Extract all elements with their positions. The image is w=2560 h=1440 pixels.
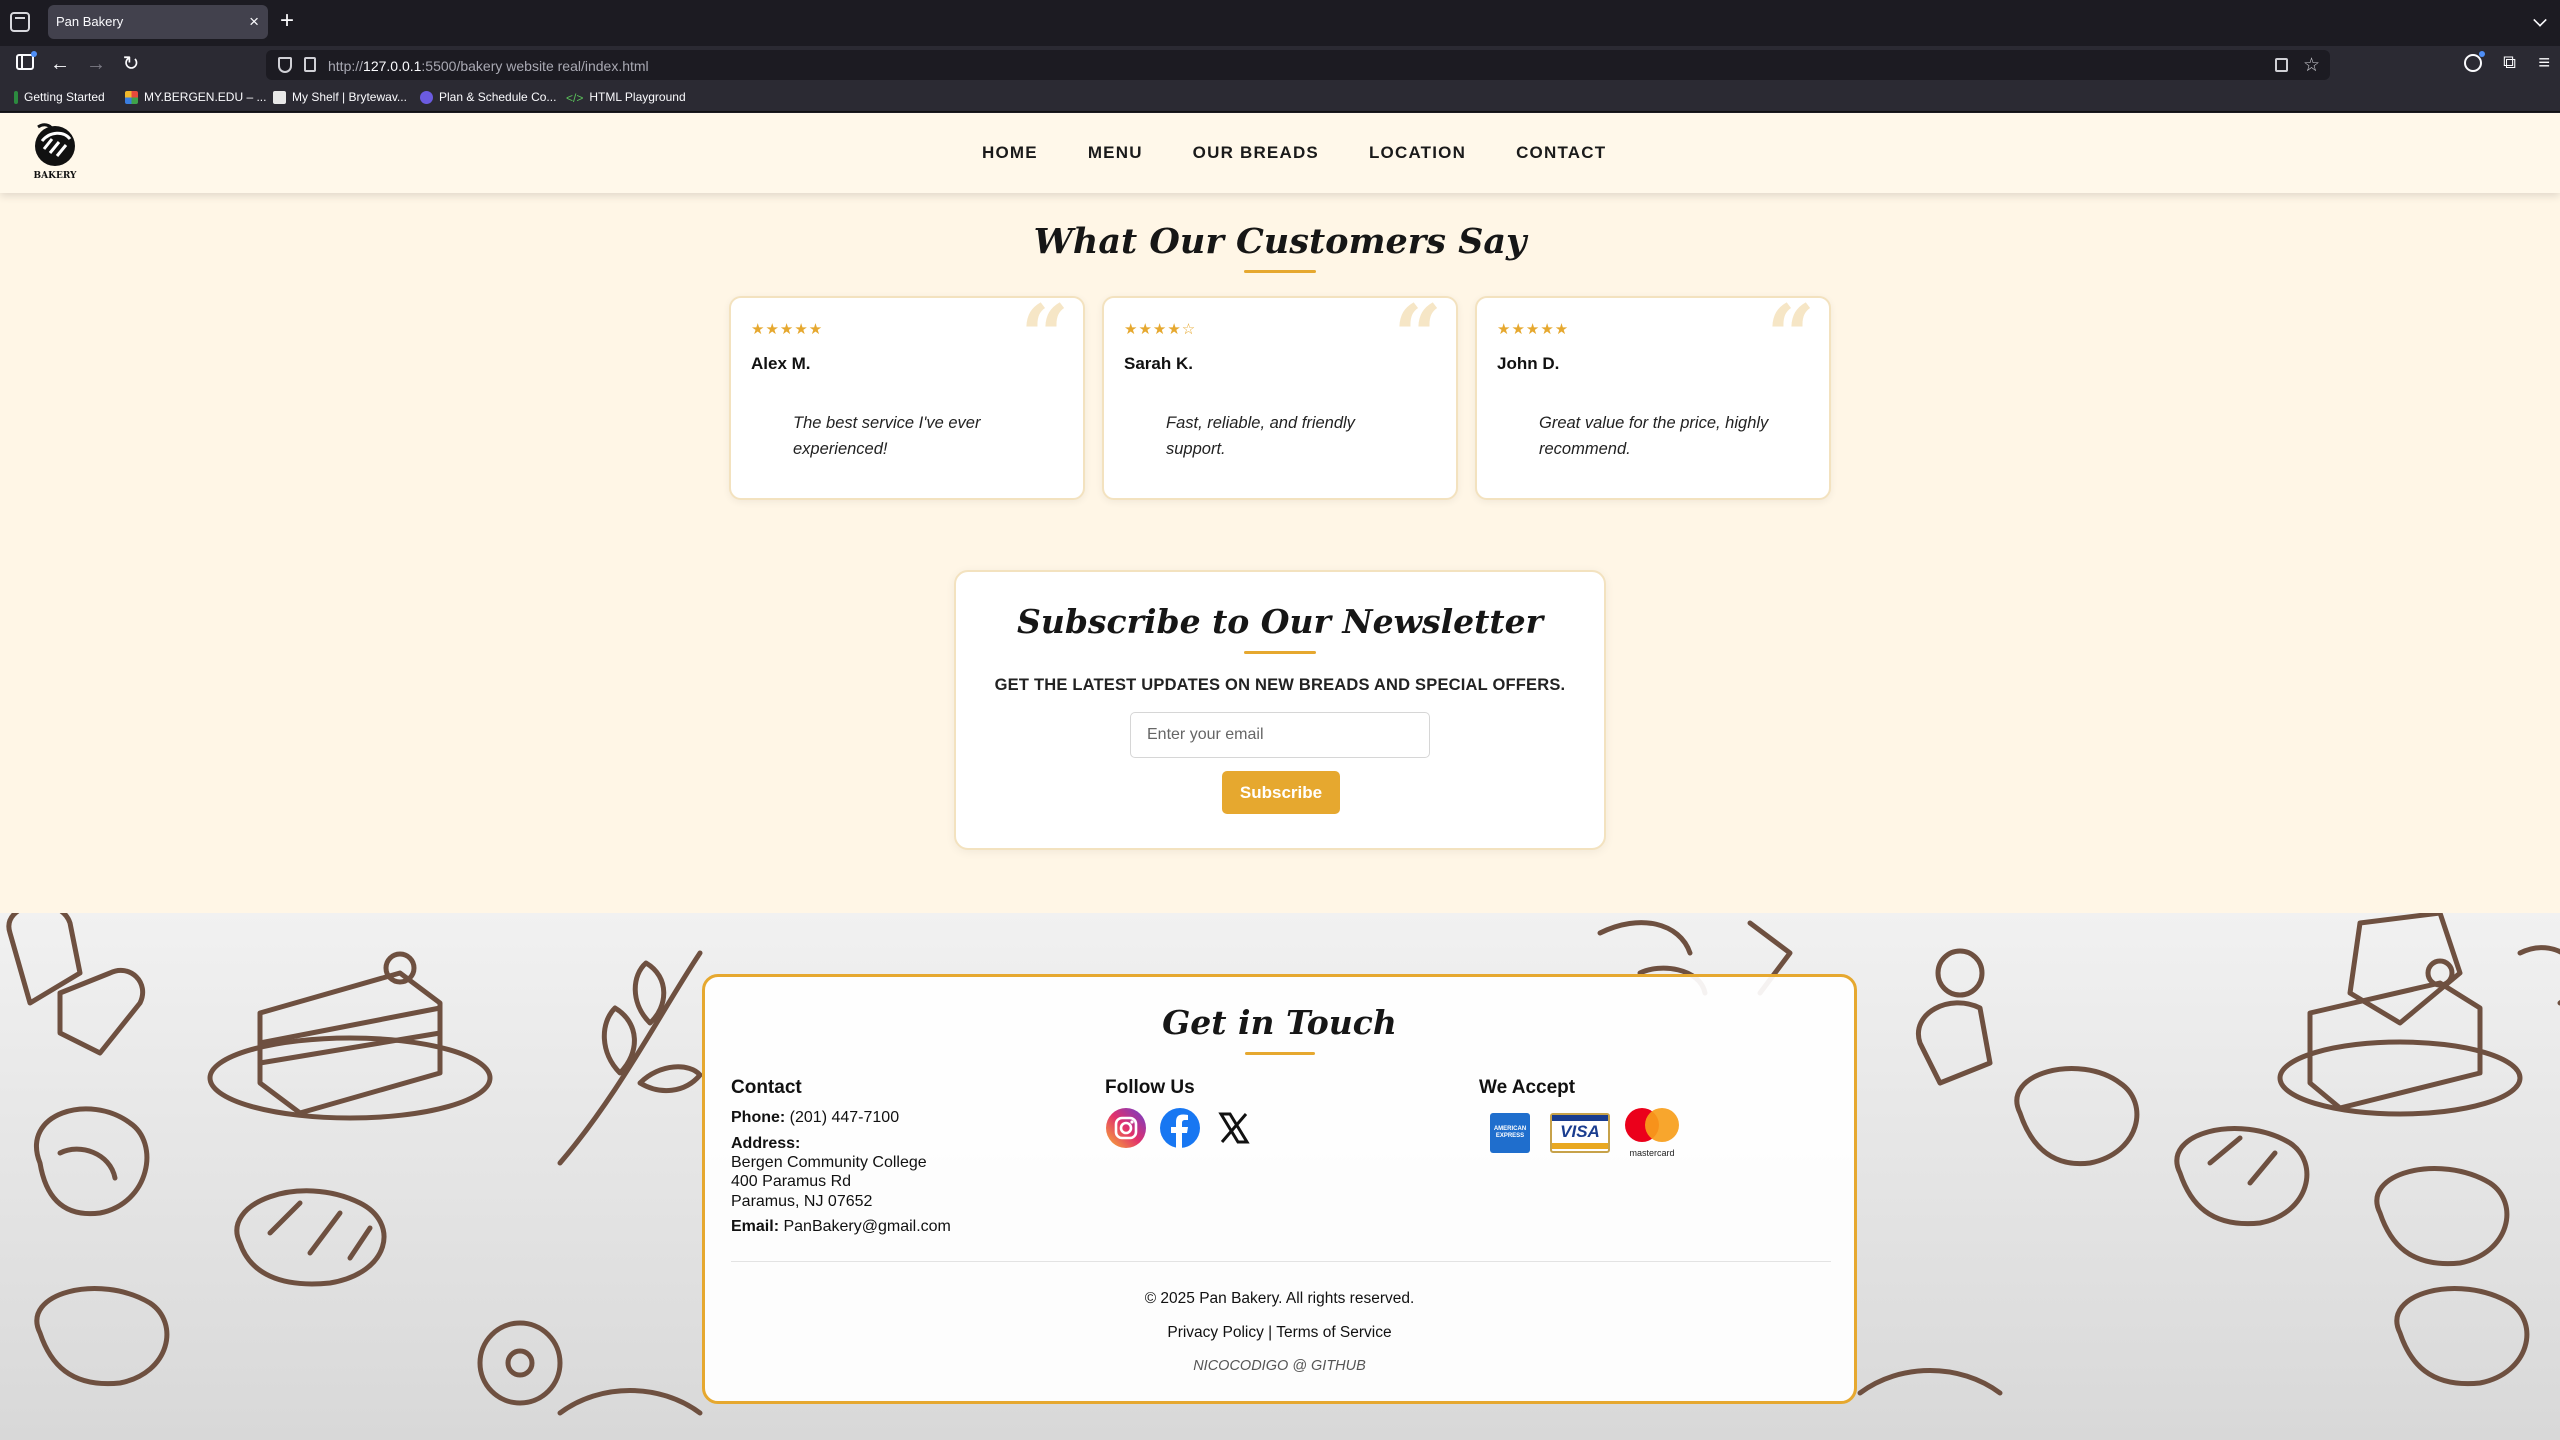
footer-divider: [731, 1261, 1831, 1262]
code-icon: </>: [566, 90, 584, 105]
firefox-view-icon[interactable]: [10, 12, 30, 32]
bookmark-icon: [420, 90, 433, 104]
bookmark-star-icon[interactable]: ☆: [2303, 54, 2320, 77]
bookmarks-toolbar: Getting Started MY.BERGEN.EDU – ... My S…: [0, 83, 2560, 112]
follow-heading: Follow Us: [1105, 1077, 1195, 1098]
email-address[interactable]: PanBakery@gmail.com: [783, 1218, 950, 1235]
amex-card-icon: AMERICAN EXPRESS: [1490, 1113, 1530, 1153]
bookmark-icon: [125, 90, 138, 104]
bookmark-item[interactable]: My Shelf | Brytewav...: [273, 90, 407, 104]
title-underline: [1245, 1052, 1315, 1055]
url-bar[interactable]: http://127.0.0.1:5500/bakery website rea…: [266, 50, 2330, 80]
review-text: The best service I've ever experienced!: [793, 414, 981, 458]
nav-menu[interactable]: MENU: [1088, 143, 1143, 163]
new-tab-button[interactable]: +: [280, 8, 294, 34]
bread-logo-icon: [35, 123, 75, 166]
review-card: ★★★★☆ “ Sarah K. Fast, reliable, and fri…: [1102, 286, 1458, 500]
browser-tab-bar: Pan Bakery × +: [0, 0, 2560, 44]
extensions-icon[interactable]: ⧉: [2503, 52, 2516, 73]
bookmark-item[interactable]: Getting Started: [14, 90, 105, 104]
email-line: Email: PanBakery@gmail.com: [731, 1218, 951, 1235]
review-card: ★★★★★ “ Alex M. The best service I've ev…: [729, 286, 1085, 500]
privacy-policy-link[interactable]: Privacy Policy: [1167, 1324, 1263, 1341]
phone-line: Phone: (201) 447-7100: [731, 1109, 900, 1126]
testimonials-title: What Our Customers Say: [1033, 221, 1527, 262]
facebook-icon[interactable]: [1159, 1107, 1201, 1149]
list-tabs-chevron-icon[interactable]: [2533, 13, 2547, 27]
newsletter-title: Subscribe to Our Newsletter: [1017, 602, 1543, 641]
reviewer-name: Sarah K.: [1124, 354, 1193, 373]
logo-text: BAKERY: [33, 171, 77, 181]
rating-stars: ★★★★★: [1497, 321, 1570, 338]
nav-contact[interactable]: CONTACT: [1516, 143, 1606, 163]
site-header: BAKERY HOME MENU OUR BREADS LOCATION CON…: [0, 113, 2560, 193]
bookmark-icon: [14, 90, 18, 104]
forward-arrow-icon[interactable]: →: [84, 53, 108, 77]
url-text[interactable]: http://127.0.0.1:5500/bakery website rea…: [328, 58, 649, 74]
shield-icon[interactable]: [278, 57, 292, 73]
title-underline: [1244, 651, 1316, 654]
account-icon[interactable]: [2464, 51, 2485, 72]
bookmark-item[interactable]: Plan & Schedule Co...: [420, 90, 556, 104]
address-label: Address:: [731, 1135, 801, 1152]
footer-title: Get in Touch: [1162, 1003, 1397, 1042]
page-icon: [304, 57, 316, 72]
rating-stars: ★★★★★: [751, 321, 824, 338]
phone-number[interactable]: (201) 447-7100: [790, 1109, 899, 1126]
review-text: Fast, reliable, and friendly support.: [1166, 414, 1355, 458]
nav-our-breads[interactable]: OUR BREADS: [1193, 143, 1319, 163]
tab-close-icon[interactable]: ×: [249, 12, 259, 32]
footer-card: Get in Touch Contact Phone: (201) 447-71…: [702, 974, 1857, 1404]
contact-heading: Contact: [731, 1077, 802, 1098]
quote-icon: “: [1393, 286, 1442, 385]
nav-location[interactable]: LOCATION: [1369, 143, 1466, 163]
github-credit[interactable]: NICOCODIGO @ GITHUB: [705, 1358, 1854, 1374]
instagram-icon[interactable]: [1105, 1107, 1147, 1149]
menu-hamburger-icon[interactable]: ≡: [2538, 52, 2550, 75]
terms-link[interactable]: Terms of Service: [1276, 1324, 1391, 1341]
address-line: Bergen Community College: [731, 1154, 927, 1171]
address-line: 400 Paramus Rd: [731, 1173, 852, 1190]
quote-icon: “: [1020, 286, 1069, 385]
bookmark-icon: [273, 90, 286, 104]
link-separator: |: [1268, 1324, 1273, 1341]
tab-title: Pan Bakery: [56, 14, 124, 29]
back-arrow-icon[interactable]: ←: [48, 53, 72, 77]
quote-icon: “: [1766, 286, 1815, 385]
email-input[interactable]: [1130, 712, 1430, 758]
copyright: © 2025 Pan Bakery. All rights reserved.: [1144, 1290, 1415, 1307]
reload-icon[interactable]: ↻: [119, 53, 143, 77]
legal-links: Privacy Policy | Terms of Service: [705, 1324, 1854, 1342]
page: BAKERY HOME MENU OUR BREADS LOCATION CON…: [0, 113, 2560, 1440]
title-underline: [1244, 270, 1316, 273]
newsletter-subtitle: GET THE LATEST UPDATES ON NEW BREADS AND…: [994, 676, 1566, 694]
bakery-logo[interactable]: BAKERY: [30, 121, 80, 183]
rating-stars: ★★★★☆: [1124, 321, 1197, 338]
reader-view-icon[interactable]: [2275, 58, 2288, 72]
browser-tab[interactable]: Pan Bakery ×: [48, 5, 268, 39]
nav-home[interactable]: HOME: [982, 143, 1038, 163]
accept-heading: We Accept: [1479, 1077, 1576, 1098]
x-icon[interactable]: [1213, 1107, 1255, 1149]
address-line: Paramus, NJ 07652: [731, 1193, 873, 1210]
sidebar-icon[interactable]: [16, 51, 37, 70]
subscribe-button[interactable]: Subscribe: [1222, 771, 1340, 814]
browser-toolbar: ← → ↻ http://127.0.0.1:5500/bakery websi…: [0, 46, 2560, 83]
reviewer-name: Alex M.: [751, 354, 811, 373]
newsletter-card: Subscribe to Our Newsletter GET THE LATE…: [954, 570, 1606, 850]
review-text: Great value for the price, highly recomm…: [1539, 414, 1769, 458]
mastercard-icon: mastercard: [1620, 1107, 1684, 1158]
main-nav: HOME MENU OUR BREADS LOCATION CONTACT: [982, 143, 1606, 163]
visa-card-icon: VISA: [1550, 1113, 1610, 1153]
reviewer-name: John D.: [1497, 354, 1560, 373]
bookmark-item[interactable]: </> HTML Playground: [566, 90, 686, 105]
bookmark-item[interactable]: MY.BERGEN.EDU – ...: [125, 90, 266, 104]
review-card: ★★★★★ “ John D. Great value for the pric…: [1475, 286, 1831, 500]
